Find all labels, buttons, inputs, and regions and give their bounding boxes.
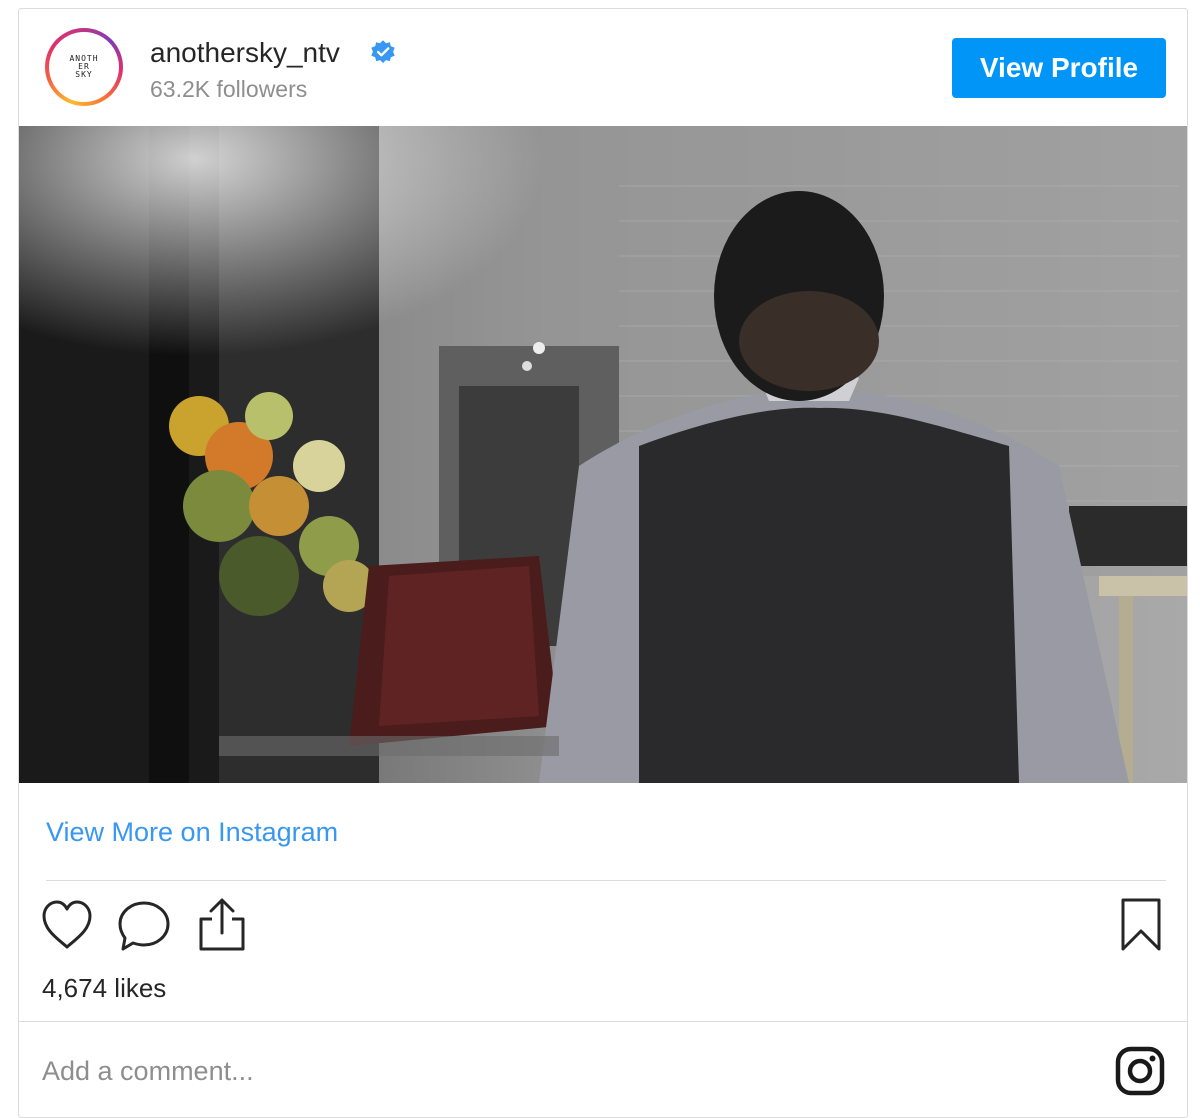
view-more-on-instagram-link[interactable]: View More on Instagram <box>46 817 338 848</box>
share-icon[interactable] <box>196 895 248 953</box>
username[interactable]: anothersky_ntv <box>150 37 340 69</box>
add-comment-input[interactable] <box>42 1049 742 1093</box>
heart-icon[interactable] <box>40 899 94 951</box>
instagram-embed-card: ANOTH ER SKY anothersky_ntv 63.2K follow… <box>18 8 1188 1118</box>
instagram-logo-icon[interactable] <box>1114 1045 1166 1097</box>
verified-badge-icon <box>371 40 395 64</box>
divider <box>46 880 1166 881</box>
video-thumbnail-image <box>19 126 1187 783</box>
divider <box>19 1021 1187 1022</box>
like-count: 4,674 likes <box>42 973 167 1003</box>
view-profile-button[interactable]: View Profile <box>952 38 1166 98</box>
follower-count: 63.2K followers <box>150 76 308 102</box>
bookmark-icon[interactable] <box>1119 897 1163 953</box>
post-video-thumbnail[interactable] <box>19 126 1187 783</box>
comment-icon[interactable] <box>117 899 173 953</box>
avatar-logo-text: ANOTH ER SKY <box>69 54 99 79</box>
avatar[interactable]: ANOTH ER SKY <box>45 28 123 106</box>
